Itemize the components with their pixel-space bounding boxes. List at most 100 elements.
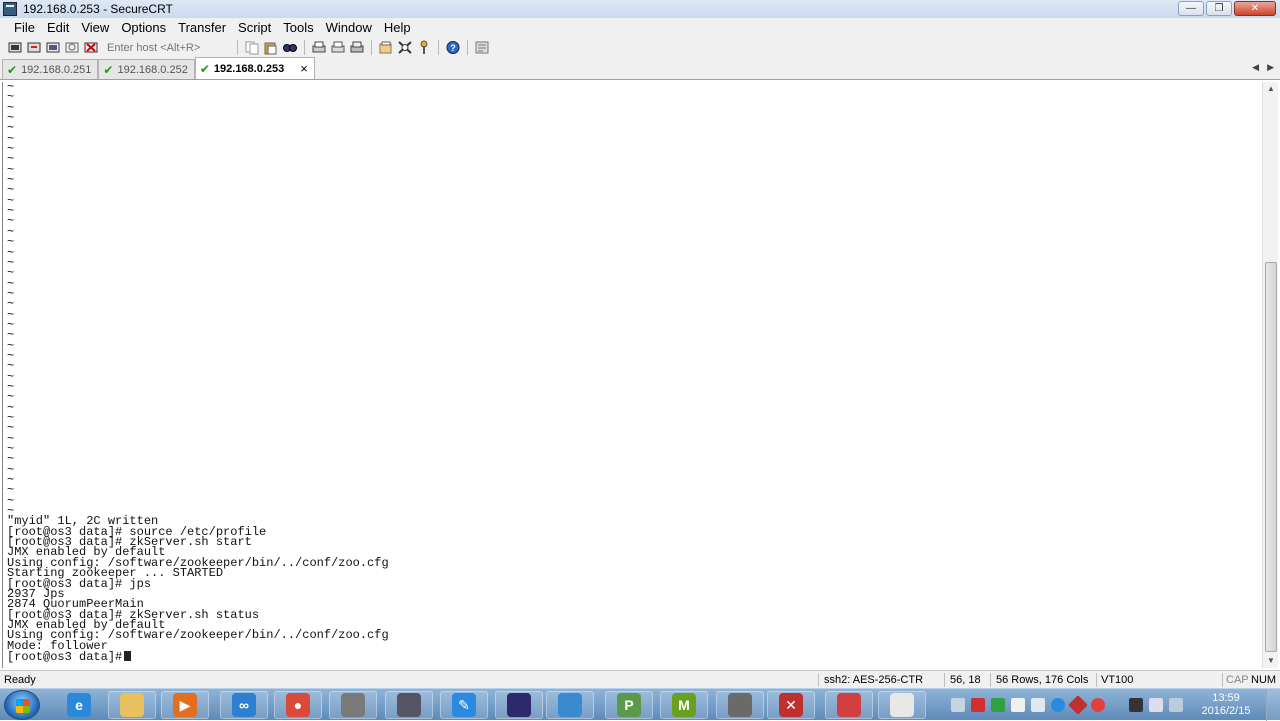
network-icon[interactable] [1149,698,1163,712]
taskbar-file-explorer[interactable] [108,691,156,719]
copy-icon[interactable] [244,40,260,55]
show-desktop-button[interactable] [1266,689,1280,721]
cloud-drive-icon: ∞ [232,693,256,717]
vim-tilde-line: ~ [7,214,15,229]
session-options-icon[interactable] [378,40,394,55]
taskbar-app-14[interactable]: ✕ [767,691,815,719]
disconnect-icon[interactable] [84,40,100,55]
clock-date: 2016/2/15 [1201,705,1251,717]
help-icon[interactable]: ? [445,40,461,55]
window-controls: — ❐ ✕ [1178,1,1276,16]
feather-app-icon: ✎ [452,693,476,717]
menu-edit[interactable]: Edit [41,20,75,35]
terminal-prompt-line[interactable]: [root@os3 data]# [3,650,1262,663]
taskbar-feather-app[interactable]: ✎ [440,691,488,719]
tray-app-icon[interactable] [1031,698,1045,712]
title-bar: 192.168.0.253 - SecureCRT — ❐ ✕ [0,0,1280,18]
status-num-lock: NUM [1251,674,1277,686]
vim-tilde-line: ~ [7,473,15,488]
tray-keyboard-icon[interactable] [951,698,965,712]
close-button[interactable]: ✕ [1234,1,1276,16]
quick-connect-icon[interactable] [27,40,43,55]
taskbar-cloud-drive[interactable]: ∞ [220,691,268,719]
taskbar-app-11[interactable]: P [605,691,653,719]
connected-check-icon: ✔ [199,61,210,76]
paste-icon[interactable] [263,40,279,55]
taskbar-app-10[interactable] [546,691,594,719]
media-player-icon: ▶ [173,693,197,717]
global-options-icon[interactable] [397,40,413,55]
vim-tilde-line: ~ [7,183,15,198]
vim-tilde-line: ~ [7,317,15,332]
menu-view[interactable]: View [75,20,115,35]
volume-icon[interactable] [1169,698,1183,712]
tray-app-icon[interactable] [971,698,985,712]
close-tab-icon[interactable]: × [300,61,308,76]
start-button[interactable] [4,690,40,720]
sftp-icon[interactable] [474,40,490,55]
tray-app-icon[interactable] [1068,695,1088,715]
taskbar-securecrt[interactable] [716,691,764,719]
tab-scroll-left-icon[interactable]: ◀ [1252,62,1259,73]
taskbar-app-6[interactable] [329,691,377,719]
tray-app-icon[interactable] [1051,698,1065,712]
maximize-button[interactable]: ❐ [1206,1,1232,16]
vim-tilde-line: ~ [7,286,15,301]
vim-tilde-line: ~ [7,442,15,457]
toolbar: ? [0,37,1280,58]
print-icon[interactable] [311,40,327,55]
print-setup-icon[interactable] [349,40,365,55]
keymap-icon[interactable] [416,40,432,55]
menu-file[interactable]: File [8,20,41,35]
menu-script[interactable]: Script [232,20,277,35]
securecrt-app-icon[interactable] [3,2,17,16]
scroll-down-icon[interactable]: ▼ [1263,654,1279,668]
menu-tools[interactable]: Tools [277,20,319,35]
tab-192-168-0-253[interactable]: ✔ 192.168.0.253 × [194,57,315,79]
status-cursor-position: 56, 18 [950,674,981,686]
menu-options[interactable]: Options [115,20,172,35]
terminal-scrollbar[interactable]: ▲ ▼ [1262,82,1278,668]
app-15-icon [837,693,861,717]
taskbar-app-15[interactable] [825,691,873,719]
vim-tilde-line: ~ [7,276,15,291]
minimize-button[interactable]: — [1178,1,1204,16]
tab-192-168-0-251[interactable]: ✔ 192.168.0.251 [2,59,99,79]
taskbar-internet-explorer[interactable]: e [55,691,103,719]
tab-scroll-right-icon[interactable]: ▶ [1267,62,1274,73]
vim-tilde-line: ~ [7,162,15,177]
tray-app-icon[interactable] [1091,698,1105,712]
status-emulation: VT100 [1101,674,1134,686]
reconnect-icon[interactable] [65,40,81,55]
print-selection-icon[interactable] [330,40,346,55]
menu-window[interactable]: Window [320,20,378,35]
menu-transfer[interactable]: Transfer [172,20,232,35]
vim-tilde-line: ~ [7,297,15,312]
status-bar: Ready ssh2: AES-256-CTR 56, 18 56 Rows, … [0,670,1280,688]
app-12-icon: M [672,693,696,717]
tray-user-icon[interactable] [1129,698,1143,712]
taskbar-media-player[interactable]: ▶ [161,691,209,719]
taskbar-eclipse[interactable] [495,691,543,719]
vim-tilde-line: ~ [7,369,15,384]
taskbar-app-7[interactable] [385,691,433,719]
connect-tab-icon[interactable] [46,40,62,55]
tab-192-168-0-252[interactable]: ✔ 192.168.0.252 [98,59,195,79]
scrollbar-thumb[interactable] [1265,262,1277,652]
toolbar-separator [237,40,238,55]
menu-help[interactable]: Help [378,20,417,35]
terminal-output[interactable]: ~ ~ ~ ~ ~ ~ ~ ~ ~ ~ ~ ~ ~ ~ ~ ~ ~ ~ ~ ~ ~ ~ ~ ~ ~ ~ ~ ~ ~ ~ ~ ~ ~ ~ ~ ~ ~ ~ ~ ~… [2,82,1262,668]
taskbar-app-12[interactable]: M [660,691,708,719]
taskbar-dubbo[interactable] [878,691,926,719]
tray-grid-icon[interactable] [1011,698,1025,712]
host-input[interactable] [103,39,231,56]
connect-icon[interactable] [8,40,24,55]
toolbar-separator [304,40,305,55]
status-ready: Ready [4,674,36,686]
taskbar-chrome[interactable]: ● [274,691,322,719]
find-icon[interactable] [282,40,298,55]
tray-app-icon[interactable] [991,698,1005,712]
scroll-up-icon[interactable]: ▲ [1263,82,1279,96]
vim-tilde-line: ~ [7,493,15,508]
system-clock[interactable]: 13:59 2016/2/15 [1186,692,1266,718]
